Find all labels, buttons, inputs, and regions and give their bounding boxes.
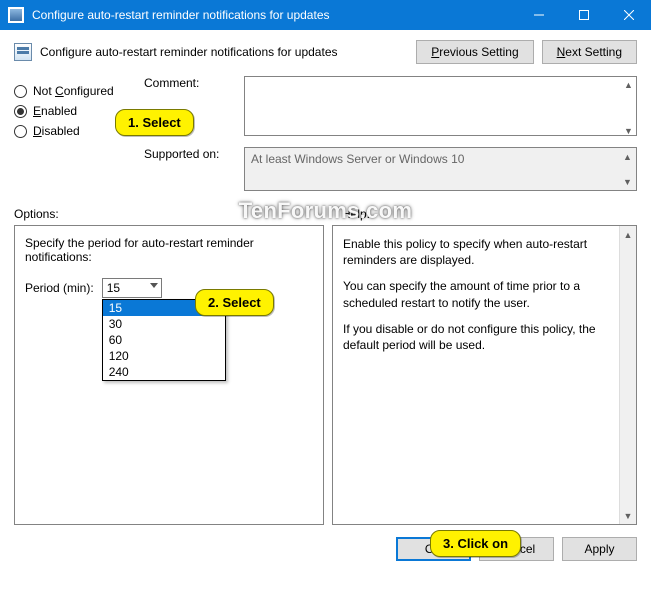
page-title: Configure auto-restart reminder notifica…: [40, 45, 416, 59]
radio-icon: [14, 125, 27, 138]
supported-on-box: At least Windows Server or Windows 10 ▲ …: [244, 147, 637, 191]
chevron-down-icon: [150, 283, 158, 288]
help-label: Help:: [342, 207, 370, 221]
maximize-button[interactable]: [561, 0, 606, 30]
dropdown-option[interactable]: 30: [103, 316, 225, 332]
options-description: Specify the period for auto-restart remi…: [25, 236, 313, 264]
radio-icon: [14, 105, 27, 118]
options-label: Options:: [14, 207, 342, 221]
help-paragraph: Enable this policy to specify when auto-…: [343, 236, 614, 268]
period-value: 15: [107, 281, 120, 295]
radio-label: Not Configured: [33, 84, 114, 98]
scroll-down-icon: ▼: [619, 173, 636, 190]
radio-not-configured[interactable]: Not Configured: [14, 84, 144, 98]
title-bar: Configure auto-restart reminder notifica…: [0, 0, 651, 30]
period-label: Period (min):: [25, 281, 94, 295]
options-panel: Specify the period for auto-restart remi…: [14, 225, 324, 525]
callout-step-3: 3. Click on: [430, 530, 521, 557]
radio-icon: [14, 85, 27, 98]
previous-setting-button[interactable]: Previous Setting: [416, 40, 533, 64]
comment-label: Comment:: [144, 76, 244, 90]
dialog-footer: OK Cancel Apply: [0, 525, 651, 573]
scroll-up-icon: ▲: [619, 148, 636, 165]
dropdown-option[interactable]: 120: [103, 348, 225, 364]
window-icon: [8, 7, 24, 23]
apply-button[interactable]: Apply: [562, 537, 637, 561]
help-paragraph: You can specify the amount of time prior…: [343, 278, 614, 310]
minimize-button[interactable]: [516, 0, 561, 30]
radio-label: Enabled: [33, 104, 77, 118]
callout-step-1: 1. Select: [115, 109, 194, 136]
help-panel: Enable this policy to specify when auto-…: [332, 225, 637, 525]
scroll-down-icon: ▼: [620, 507, 636, 524]
dropdown-option[interactable]: 60: [103, 332, 225, 348]
scroll-up-icon: ▲: [620, 226, 636, 243]
callout-step-2: 2. Select: [195, 289, 274, 316]
supported-label: Supported on:: [144, 147, 244, 161]
scrollbar[interactable]: ▲ ▼: [619, 226, 636, 524]
close-button[interactable]: [606, 0, 651, 30]
help-paragraph: If you disable or do not configure this …: [343, 321, 614, 353]
dropdown-option[interactable]: 240: [103, 364, 225, 380]
radio-label: Disabled: [33, 124, 80, 138]
comment-textarea[interactable]: [244, 76, 637, 136]
next-setting-button[interactable]: Next Setting: [542, 40, 637, 64]
supported-on-text: At least Windows Server or Windows 10: [251, 152, 464, 166]
window-title: Configure auto-restart reminder notifica…: [32, 8, 516, 22]
period-select[interactable]: 15 15 30 60 120 240: [102, 278, 162, 298]
policy-icon: [14, 43, 32, 61]
window-controls: [516, 0, 651, 30]
